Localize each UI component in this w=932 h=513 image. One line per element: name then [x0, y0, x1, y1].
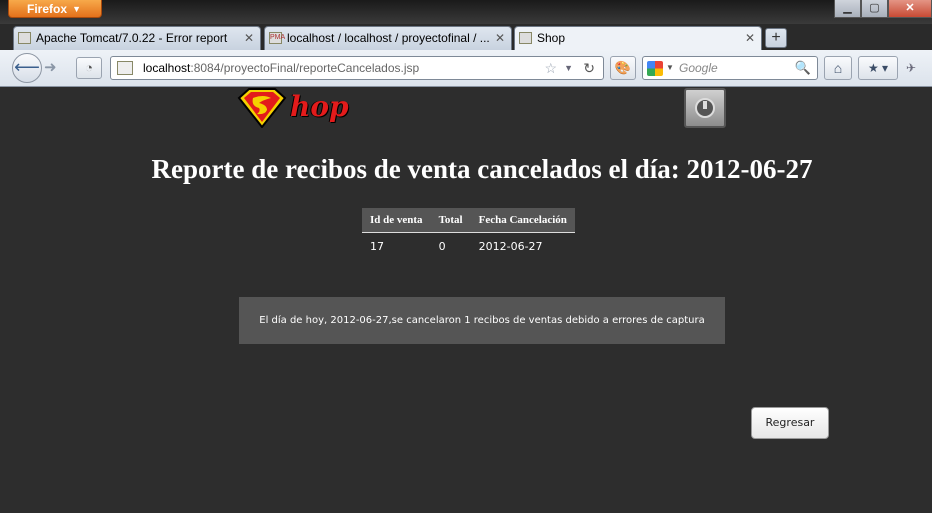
navigation-toolbar: ⟵ ➜ ◔ localhost:8084/proyectoFinal/repor… [0, 50, 932, 87]
page-favicon-icon [519, 32, 532, 44]
google-icon[interactable] [647, 61, 663, 76]
maximize-button[interactable]: ▢ [861, 0, 888, 18]
chevron-down-icon: ▼ [72, 4, 81, 14]
cell-date: 2012-06-27 [478, 239, 543, 253]
tab-close-icon[interactable]: ✕ [495, 27, 505, 49]
site-identity-icon[interactable] [117, 61, 133, 75]
url-bar[interactable]: localhost:8084/proyectoFinal/reporteCanc… [110, 56, 604, 80]
shop-logo[interactable]: hop [237, 88, 349, 130]
tab-close-icon[interactable]: ✕ [244, 27, 254, 49]
firefox-menu-button[interactable]: Firefox ▼ [8, 0, 102, 18]
history-dropdown-button[interactable]: ◔ [76, 57, 102, 79]
search-input[interactable]: ▼ Google 🔍 [642, 56, 818, 80]
table-header-row: Id de venta Total Fecha Cancelación [362, 208, 575, 233]
pma-favicon-icon: PMA [269, 32, 285, 44]
window-controls: ▁ ▢ ✕ [834, 0, 932, 18]
tab-title: localhost / localhost / proyectofinal / … [287, 31, 490, 45]
bookmark-star-icon[interactable]: ☆ [544, 57, 557, 79]
tab-tomcat-error[interactable]: Apache Tomcat/7.0.22 - Error report ✕ [13, 26, 261, 50]
bookmarks-menu-button[interactable]: ★ ▾ [858, 56, 898, 80]
column-header-date: Fecha Cancelación [470, 208, 575, 233]
firefox-menu-label: Firefox [27, 2, 68, 16]
superman-shield-icon [237, 88, 287, 128]
table-row: 17 0 2012-06-27 [362, 233, 575, 260]
home-icon[interactable]: ⌂ [824, 56, 852, 80]
back-button[interactable]: Regresar [751, 407, 829, 439]
forward-arrow-icon[interactable]: ➜ [44, 58, 64, 78]
palette-icon[interactable]: 🎨 [610, 56, 636, 80]
logout-power-button[interactable] [684, 88, 726, 128]
cancelled-receipts-table: Id de venta Total Fecha Cancelación 17 0… [362, 208, 575, 259]
tab-strip: Apache Tomcat/7.0.22 - Error report ✕ PM… [0, 24, 932, 50]
page-favicon-icon [18, 32, 31, 44]
summary-message: El día de hoy, 2012-06-27,se cancelaron … [239, 297, 725, 344]
window-titlebar: Firefox ▼ ▁ ▢ ✕ [0, 0, 932, 24]
url-host: localhost [143, 61, 191, 75]
search-placeholder: Google [679, 61, 718, 75]
column-header-total: Total [430, 208, 471, 233]
extension-icon[interactable]: ✈ [906, 58, 930, 78]
minimize-button[interactable]: ▁ [834, 0, 861, 18]
tab-shop[interactable]: Shop ✕ [514, 26, 762, 50]
logo-text: hop [290, 90, 349, 123]
tab-title: Shop [537, 31, 566, 45]
cell-id: 17 [370, 239, 384, 253]
url-path: :8084/proyectoFinal/reporteCancelados.js… [190, 61, 420, 75]
power-icon [695, 98, 715, 118]
close-window-button[interactable]: ✕ [888, 0, 932, 18]
column-header-id: Id de venta [362, 208, 431, 233]
tab-title: Apache Tomcat/7.0.22 - Error report [36, 31, 228, 45]
back-arrow-icon[interactable]: ⟵ [12, 53, 42, 83]
tab-phpmyadmin[interactable]: PMA localhost / localhost / proyectofina… [264, 26, 512, 50]
search-icon[interactable]: 🔍 [795, 57, 811, 79]
search-engine-dropdown-icon[interactable]: ▼ [666, 57, 674, 79]
reload-icon[interactable]: ↻ [583, 57, 595, 79]
new-tab-button[interactable]: + [765, 28, 787, 48]
page-title: Reporte de recibos de venta cancelados e… [151, 154, 813, 184]
url-dropdown-icon[interactable]: ▼ [564, 57, 573, 79]
tab-close-icon[interactable]: ✕ [745, 27, 755, 49]
cell-total: 0 [438, 239, 446, 253]
